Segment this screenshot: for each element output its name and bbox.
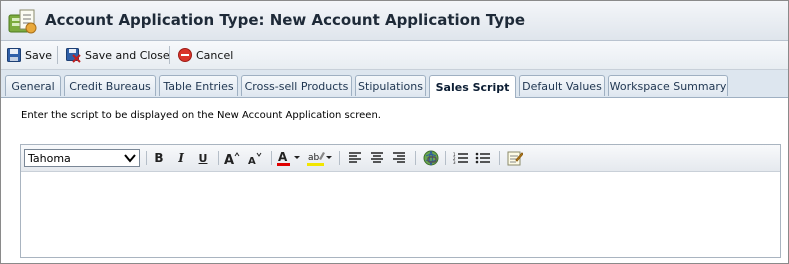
font-size-decrease-icon: A — [248, 152, 262, 165]
bulleted-list-icon — [475, 152, 490, 163]
tab-label: Credit Bureaus — [69, 79, 151, 93]
svg-text:A: A — [224, 153, 234, 165]
align-center-icon — [371, 152, 383, 163]
highlight-color-button[interactable]: ab — [306, 149, 334, 167]
align-right-button[interactable] — [389, 149, 409, 167]
save-icon — [7, 48, 21, 62]
toolbar-divider — [57, 46, 58, 64]
font-family-select[interactable]: Tahoma — [24, 149, 140, 167]
tab-workspace-summary[interactable]: Workspace Summary — [608, 75, 728, 96]
tab-credit-bureaus[interactable]: Credit Bureaus — [64, 75, 156, 96]
bold-icon: B — [154, 151, 164, 165]
highlight-icon: ab — [307, 152, 332, 166]
svg-text:A: A — [278, 150, 288, 164]
font-family-value: Tahoma — [28, 151, 71, 165]
toolbar-divider — [499, 151, 500, 165]
save-label: Save — [25, 48, 53, 62]
toolbar-divider — [415, 151, 416, 165]
italic-icon: I — [178, 151, 184, 165]
toolbar-divider — [218, 151, 219, 165]
tab-cross-sell-products[interactable]: Cross-sell Products — [241, 75, 352, 96]
svg-text:3: 3 — [453, 160, 456, 165]
edit-source-icon — [507, 151, 523, 166]
tab-label: Table Entries — [163, 79, 234, 93]
align-left-button[interactable] — [345, 149, 365, 167]
tab-label: Sales Script — [435, 80, 510, 94]
numbered-list-icon: 1 2 3 — [453, 152, 468, 165]
save-button[interactable]: Save — [7, 45, 52, 65]
toolbar-divider — [146, 151, 147, 165]
tab-label: Cross-sell Products — [244, 79, 349, 93]
tab-label: Workspace Summary — [609, 79, 727, 93]
bold-button[interactable]: B — [149, 149, 169, 167]
increase-font-size-button[interactable]: A — [222, 149, 242, 167]
toolbar-divider — [445, 151, 446, 165]
cancel-button[interactable]: Cancel — [178, 45, 233, 65]
tab-default-values[interactable]: Default Values — [519, 75, 605, 96]
save-and-close-button[interactable]: Save and Close — [66, 45, 170, 65]
italic-button[interactable]: I — [171, 149, 191, 167]
cancel-label: Cancel — [196, 48, 234, 62]
globe-link-icon — [423, 150, 439, 166]
edit-html-button[interactable] — [505, 149, 525, 167]
application-window: Account Application Type: New Account Ap… — [0, 0, 789, 264]
toolbar-divider — [271, 151, 272, 165]
save-and-close-label: Save and Close — [85, 48, 170, 62]
tab-stipulations[interactable]: Stipulations — [355, 75, 426, 96]
script-text-area[interactable] — [21, 172, 780, 257]
font-color-icon: A — [277, 150, 300, 166]
align-center-button[interactable] — [367, 149, 387, 167]
align-right-icon — [393, 152, 405, 163]
insert-link-button[interactable] — [421, 149, 441, 167]
save-close-icon — [66, 47, 81, 63]
chevron-down-icon — [124, 154, 136, 163]
tab-table-entries[interactable]: Table Entries — [159, 75, 238, 96]
font-color-button[interactable]: A — [276, 149, 302, 167]
tab-label: General — [11, 79, 55, 93]
font-size-increase-icon: A — [224, 152, 240, 165]
tab-sales-script[interactable]: Sales Script — [429, 75, 516, 98]
underline-button[interactable]: U — [193, 149, 213, 167]
svg-text:ab: ab — [308, 153, 320, 163]
numbered-list-button[interactable]: 1 2 3 — [451, 149, 471, 167]
cancel-icon — [178, 48, 192, 62]
svg-text:A: A — [248, 156, 256, 165]
align-left-icon — [349, 152, 361, 163]
tab-bar: General Credit Bureaus Table Entries Cro… — [1, 70, 788, 98]
tab-label: Default Values — [522, 79, 602, 93]
action-toolbar: Save Save and Close Cancel — [1, 41, 788, 70]
page-header: Account Application Type: New Account Ap… — [1, 1, 788, 41]
rich-text-editor: Tahoma B I U A A A ab 1 2 3 — [20, 144, 781, 258]
account-application-icon — [8, 7, 38, 35]
editor-toolbar: Tahoma B I U A A A ab 1 2 3 — [21, 145, 780, 172]
tab-label: Stipulations — [358, 79, 423, 93]
underline-icon: U — [198, 151, 208, 165]
bulleted-list-button[interactable] — [473, 149, 493, 167]
toolbar-divider — [339, 151, 340, 165]
page-title: Account Application Type: New Account Ap… — [45, 11, 525, 29]
tab-general[interactable]: General — [5, 75, 61, 96]
instruction-text: Enter the script to be displayed on the … — [21, 110, 381, 121]
toolbar-divider — [169, 46, 170, 64]
decrease-font-size-button[interactable]: A — [245, 149, 265, 167]
